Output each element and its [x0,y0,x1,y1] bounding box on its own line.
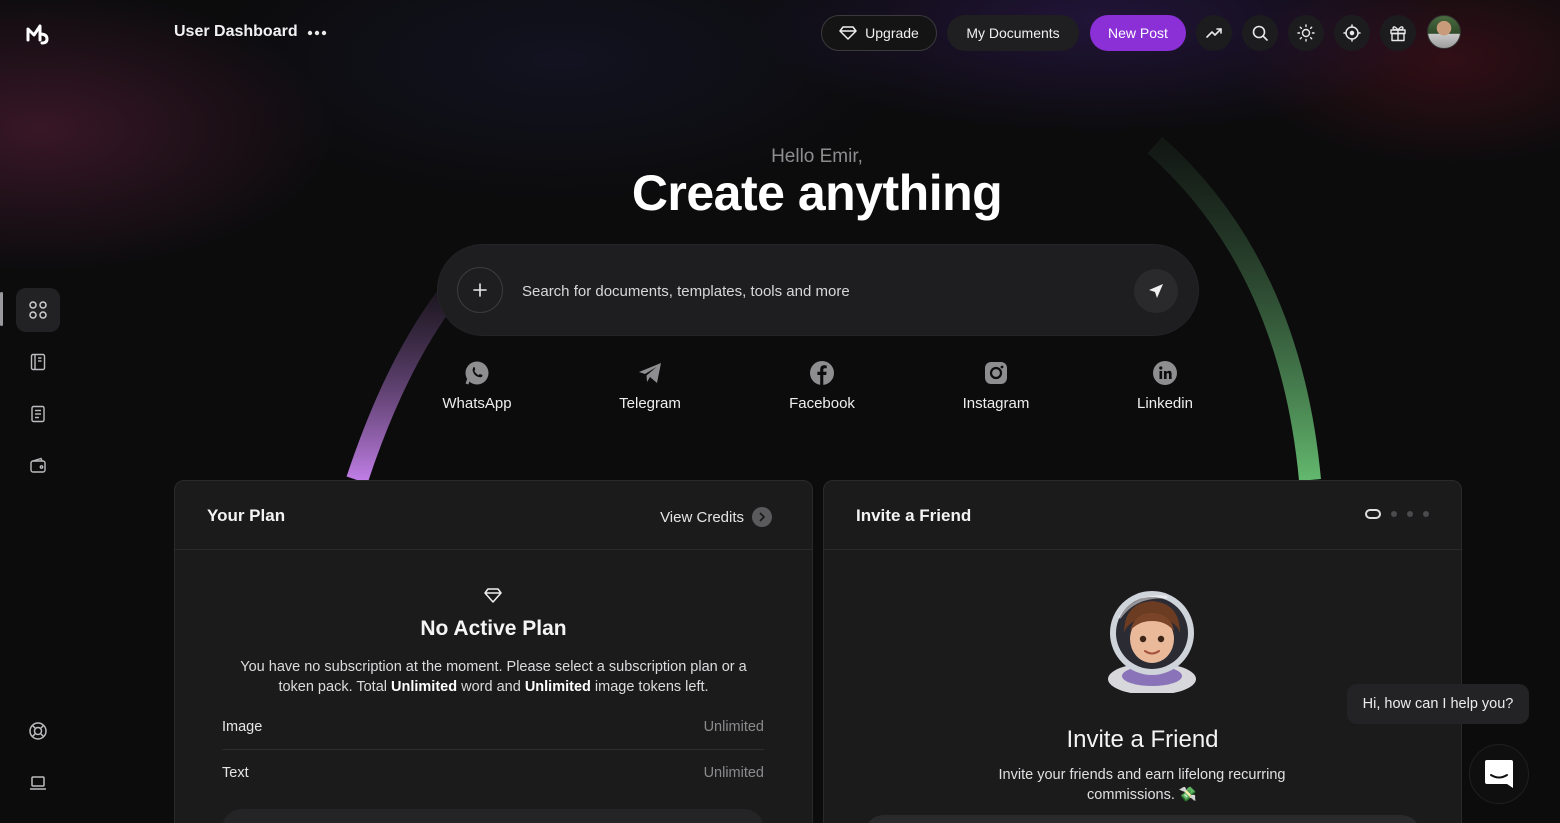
diamond-icon [484,588,502,603]
lifebuoy-icon [29,722,47,740]
instagram-icon [985,362,1007,384]
chevron-right-icon [752,507,772,527]
book-icon [30,353,46,371]
search-button[interactable] [1242,15,1278,51]
crosshair-icon [1343,24,1361,42]
social-label: Telegram [619,395,681,412]
invite-card: Invite a Friend Invite a Friend Invite y… [823,480,1462,823]
theme-toggle-button[interactable] [1288,15,1324,51]
more-options-icon[interactable] [306,24,328,42]
page-title: User Dashboard [174,23,298,40]
plan-row-value: Unlimited [703,719,764,735]
plan-row-label: Image [222,719,263,735]
plus-icon [473,283,487,297]
telegram-icon [639,363,661,383]
plan-action-button[interactable] [222,809,764,823]
plan-row-image: Image Unlimited [222,705,764,750]
social-label: WhatsApp [442,395,512,412]
view-credits-label: View Credits [660,508,744,526]
search-input[interactable] [522,275,1102,307]
my-documents-button[interactable]: My Documents [947,15,1079,51]
invite-title: Invite a Friend [1066,726,1219,753]
focus-button[interactable] [1334,15,1370,51]
social-linkedin[interactable]: Linkedin [1105,360,1225,412]
sidebar-item-support[interactable] [16,709,60,753]
invite-action-field[interactable] [864,815,1421,823]
plan-row-text: Text Unlimited [222,750,764,795]
social-label: Instagram [962,395,1030,412]
invite-description: Invite your friends and earn lifelong re… [998,767,1286,803]
add-button[interactable] [457,267,503,313]
carousel-dot[interactable] [1407,511,1413,517]
upgrade-button[interactable]: Upgrade [821,15,937,51]
plan-card-title: Your Plan [207,506,286,525]
search-bar [437,244,1199,336]
whatsapp-icon [465,361,489,385]
hero-headline: Create anything [631,165,1003,221]
user-avatar[interactable] [1427,15,1461,49]
plan-card-header: Your Plan View Credits [175,481,812,550]
social-label: Linkedin [1137,395,1193,412]
plan-card: Your Plan View Credits No Active Plan Yo… [174,480,813,823]
carousel-dot[interactable] [1391,511,1397,517]
sun-icon [1297,24,1315,42]
carousel-dot-active[interactable] [1365,509,1381,519]
analytics-button[interactable] [1196,15,1232,51]
send-button[interactable] [1134,269,1178,313]
chat-icon [1485,760,1513,788]
sidebar-item-dashboard[interactable] [16,288,60,332]
view-credits-link[interactable]: View Credits [660,507,772,527]
invite-card-title: Invite a Friend [856,506,972,525]
laptop-icon [30,776,46,790]
gift-button[interactable] [1380,15,1416,51]
sidebar-item-device[interactable] [16,761,60,805]
social-facebook[interactable]: Facebook [762,360,882,412]
chat-greeting-bubble[interactable]: Hi, how can I help you? [1347,684,1529,724]
search-icon [1252,25,1268,41]
invite-card-header: Invite a Friend [824,481,1461,550]
wallet-icon [30,457,46,473]
send-icon [1149,284,1163,298]
plan-row-value: Unlimited [703,764,764,781]
trending-up-icon [1206,28,1222,38]
gift-icon [1390,26,1406,42]
carousel-dots [1365,509,1429,519]
sidebar [0,0,76,823]
sidebar-item-wallet[interactable] [16,444,60,488]
chat-launcher-button[interactable] [1469,744,1529,804]
facebook-icon [810,361,834,385]
sidebar-item-documents[interactable] [16,392,60,436]
social-whatsapp[interactable]: WhatsApp [417,360,537,412]
app-logo-icon[interactable] [25,20,51,46]
plan-description: You have no subscription at the moment. … [240,659,747,695]
social-label: Facebook [789,395,855,412]
carousel-dot[interactable] [1423,511,1429,517]
plan-row-label: Text [222,764,249,781]
linkedin-icon [1153,361,1177,385]
sidebar-active-indicator [0,292,3,326]
grid-icon [29,301,47,319]
new-post-button[interactable]: New Post [1090,15,1186,51]
plan-status-title: No Active Plan [420,617,567,640]
astronaut-illustration [1108,591,1196,693]
social-instagram[interactable]: Instagram [936,360,1056,412]
upgrade-label: Upgrade [865,25,919,41]
document-icon [31,405,45,423]
diamond-icon [839,26,857,40]
social-telegram[interactable]: Telegram [590,360,710,412]
sidebar-item-library[interactable] [16,340,60,384]
